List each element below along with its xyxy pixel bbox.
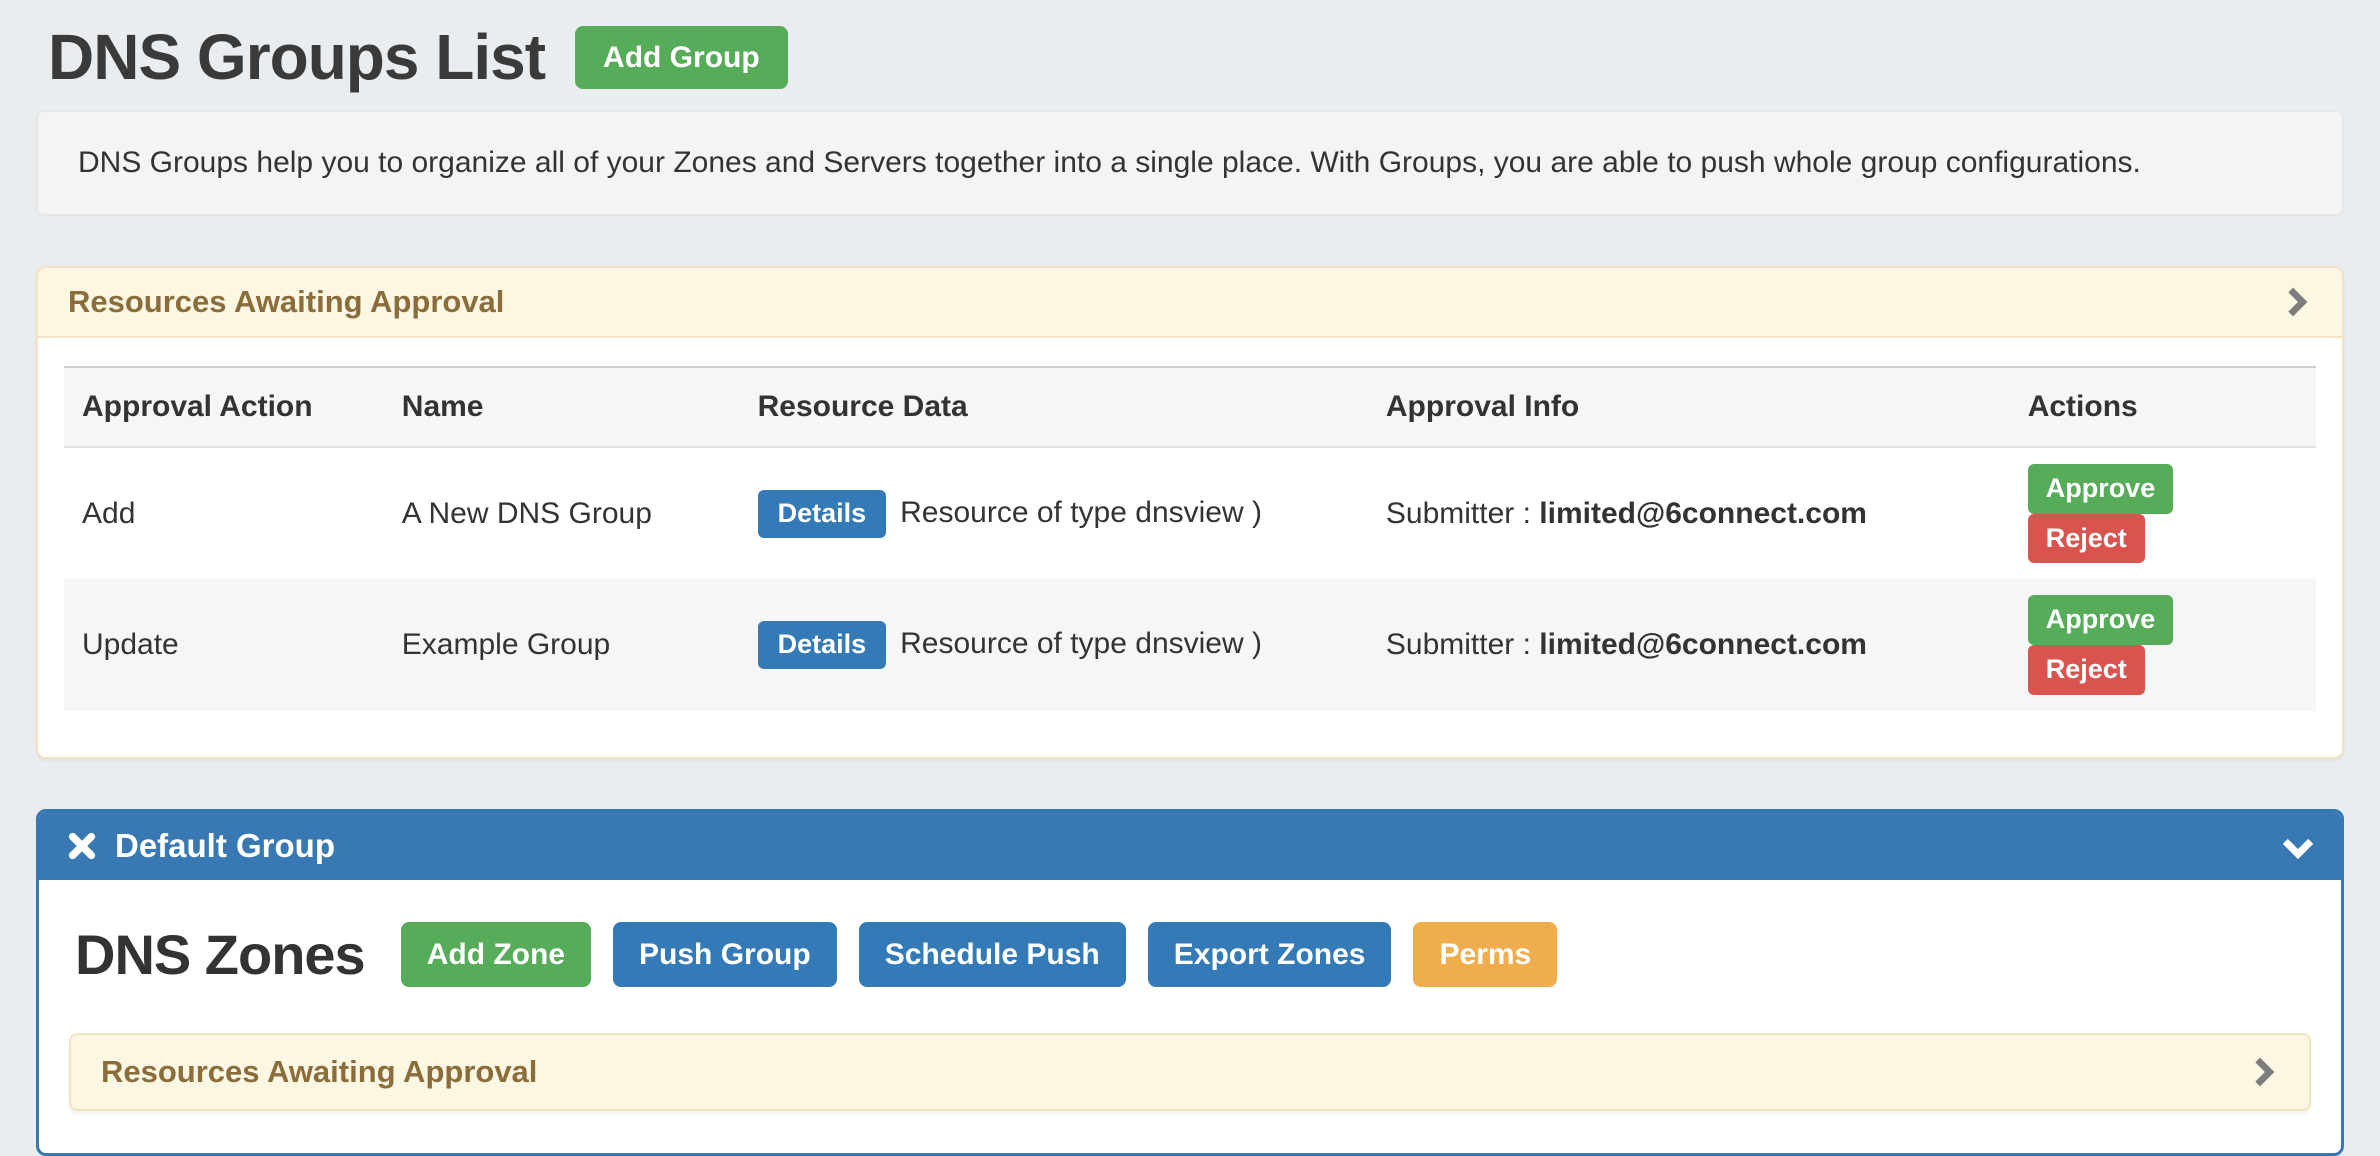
cell-actions: ApproveReject (2010, 579, 2316, 710)
resource-data-text: Resource of type dnsview ) (900, 496, 1262, 529)
default-group-title: Default Group (115, 827, 335, 865)
cell-name: Example Group (384, 579, 740, 710)
approvals-panel-title: Resources Awaiting Approval (68, 284, 504, 320)
submitter-email: limited@6connect.com (1539, 497, 1867, 530)
cell-approval-action: Add (64, 447, 384, 579)
approvals-panel-header[interactable]: Resources Awaiting Approval (38, 268, 2342, 338)
chevron-right-icon (2280, 286, 2312, 318)
page-header: DNS Groups List Add Group (36, 20, 2344, 94)
push-group-button[interactable]: Push Group (613, 922, 837, 987)
submitter-email: limited@6connect.com (1539, 628, 1867, 661)
approvals-panel: Resources Awaiting Approval Approval Act… (36, 266, 2344, 759)
approvals-table: Approval Action Name Resource Data Appro… (64, 366, 2316, 711)
cell-actions: ApproveReject (2010, 447, 2316, 579)
column-resource-data: Resource Data (740, 367, 1368, 447)
cell-resource-data: Details Resource of type dnsview ) (740, 447, 1368, 579)
cell-resource-data: Details Resource of type dnsview ) (740, 579, 1368, 710)
column-name: Name (384, 367, 740, 447)
zones-approvals-panel-header[interactable]: Resources Awaiting Approval (69, 1033, 2311, 1111)
description-well: DNS Groups help you to organize all of y… (36, 110, 2344, 216)
reject-button[interactable]: Reject (2028, 645, 2145, 695)
column-approval-action: Approval Action (64, 367, 384, 447)
description-text: DNS Groups help you to organize all of y… (78, 146, 2141, 179)
chevron-down-icon[interactable] (2281, 830, 2313, 862)
perms-button[interactable]: Perms (1413, 922, 1557, 987)
cell-approval-info: Submitter : limited@6connect.com (1368, 579, 2010, 710)
export-zones-button[interactable]: Export Zones (1148, 922, 1392, 987)
zones-approvals-panel-title: Resources Awaiting Approval (101, 1054, 537, 1090)
default-group-panel: Default Group DNS Zones Add Zone Push Gr… (36, 809, 2344, 1156)
approve-button[interactable]: Approve (2028, 464, 2174, 514)
approve-button[interactable]: Approve (2028, 595, 2174, 645)
column-actions: Actions (2010, 367, 2316, 447)
table-row: Update Example Group Details Resource of … (64, 579, 2316, 710)
close-icon[interactable] (67, 831, 97, 861)
details-button[interactable]: Details (758, 490, 887, 538)
resource-data-text: Resource of type dnsview ) (900, 627, 1262, 660)
table-header-row: Approval Action Name Resource Data Appro… (64, 367, 2316, 447)
reject-button[interactable]: Reject (2028, 514, 2145, 564)
cell-approval-action: Update (64, 579, 384, 710)
page-title: DNS Groups List (48, 20, 545, 94)
details-button[interactable]: Details (758, 621, 887, 669)
default-group-panel-body: DNS Zones Add Zone Push Group Schedule P… (39, 880, 2341, 1153)
dns-zones-toolbar: DNS Zones Add Zone Push Group Schedule P… (69, 922, 2311, 987)
add-group-button[interactable]: Add Group (575, 26, 788, 89)
dns-groups-page: DNS Groups List Add Group DNS Groups hel… (0, 0, 2380, 1156)
submitter-label: Submitter : (1386, 497, 1531, 530)
default-group-panel-header[interactable]: Default Group (39, 812, 2341, 880)
cell-name: A New DNS Group (384, 447, 740, 579)
chevron-right-icon (2247, 1056, 2279, 1088)
dns-zones-title: DNS Zones (75, 922, 365, 987)
add-zone-button[interactable]: Add Zone (401, 922, 591, 987)
schedule-push-button[interactable]: Schedule Push (859, 922, 1126, 987)
cell-approval-info: Submitter : limited@6connect.com (1368, 447, 2010, 579)
submitter-label: Submitter : (1386, 628, 1531, 661)
approvals-panel-body: Approval Action Name Resource Data Appro… (38, 338, 2342, 757)
column-approval-info: Approval Info (1368, 367, 2010, 447)
table-row: Add A New DNS Group Details Resource of t… (64, 447, 2316, 579)
